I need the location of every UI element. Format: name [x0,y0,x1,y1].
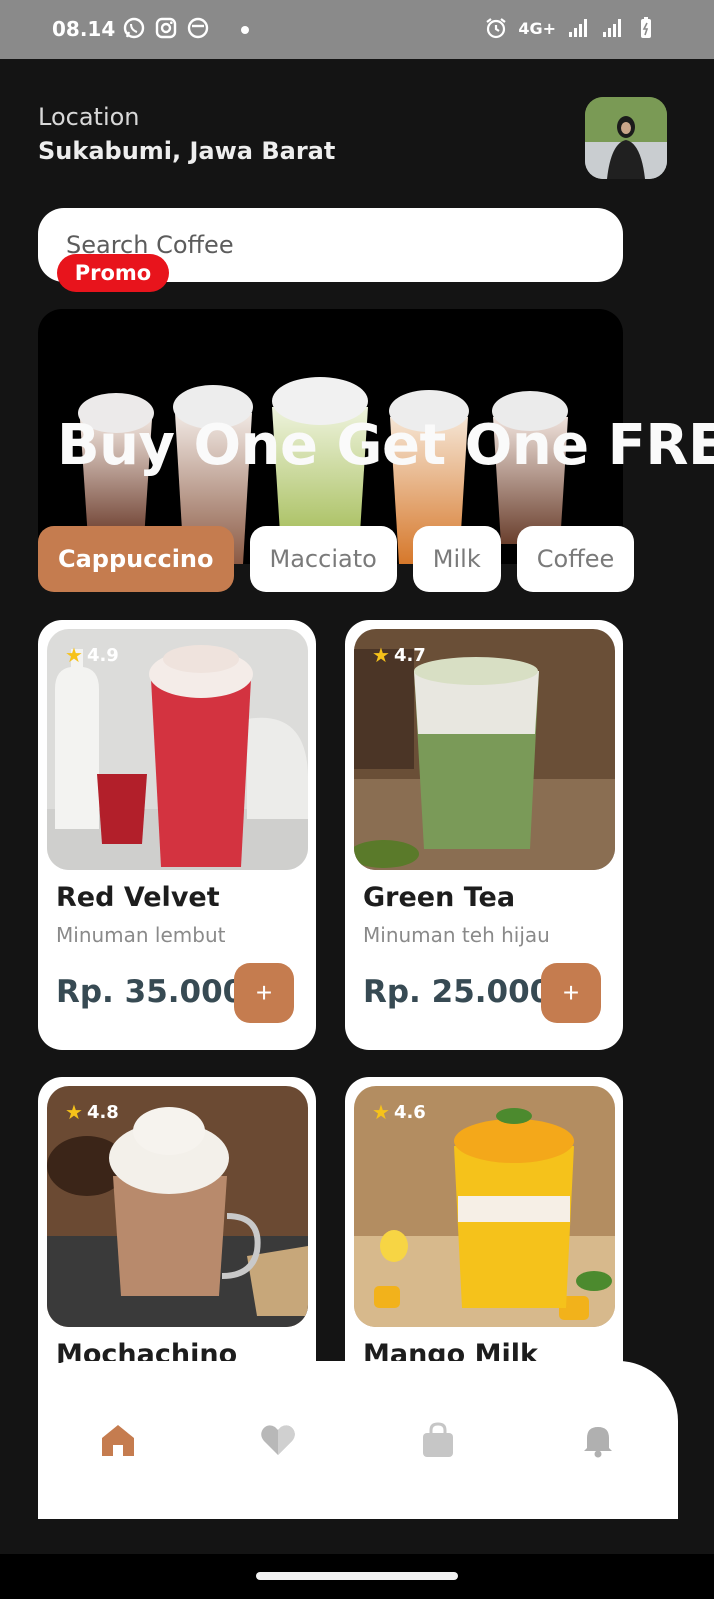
product-name: Green Tea [363,882,516,913]
home-gesture-bar[interactable] [256,1572,458,1580]
app-screen: Location Sukabumi, Jawa Barat Promo [0,59,714,1554]
product-image: ★ 4.8 [47,1086,308,1327]
category-tabs: Cappuccino Macciato Milk Coffee [38,526,635,592]
product-description: Minuman lembut [56,923,226,947]
product-description: Minuman teh hijau [363,923,550,947]
signal-icon [569,19,587,37]
battery-icon [641,17,651,38]
promo-badge: Promo [57,254,169,292]
alarm-icon [486,18,506,39]
bottom-navigation [38,1361,678,1519]
category-cappuccino[interactable]: Cappuccino [38,526,234,592]
add-to-cart-button[interactable]: + [541,963,601,1023]
nav-favorites[interactable] [198,1361,358,1519]
product-card-red-velvet[interactable]: ★ 4.9 Red Velvet Minuman lembut Rp. 35.0… [38,620,316,1050]
product-image: ★ 4.7 [354,629,615,870]
product-card-green-tea[interactable]: ★ 4.7 Green Tea Minuman teh hijau Rp. 25… [345,620,623,1050]
notification-icons [122,16,210,40]
star-icon: ★ [372,1100,390,1124]
star-icon: ★ [65,643,83,667]
product-image: ★ 4.9 [47,629,308,870]
nav-cart[interactable] [358,1361,518,1519]
product-price: Rp. 25.000 [363,974,552,1010]
nav-home[interactable] [38,1361,198,1519]
profile-photo [585,97,667,179]
instagram-icon [155,17,177,39]
home-icon [102,1425,134,1456]
bag-icon [423,1422,453,1457]
star-icon: ★ [372,643,390,667]
star-icon: ★ [65,1100,83,1124]
whatsapp-icon [123,17,145,39]
status-time: 08.14 [52,17,116,41]
rating-value: 4.9 [86,644,119,666]
location-label: Location [38,103,140,131]
category-macciato[interactable]: Macciato [249,526,397,592]
nav-notifications[interactable] [518,1361,678,1519]
rating-value: 4.6 [393,1101,426,1123]
product-price: Rp. 35.000 [56,974,245,1010]
rating: ★ 4.8 [65,1100,119,1124]
app-notification-icon [187,17,209,39]
category-coffee[interactable]: Coffee [516,526,635,592]
more-notifications-dot [241,26,249,34]
category-milk[interactable]: Milk [412,526,501,592]
add-to-cart-button[interactable]: + [234,963,294,1023]
location-value[interactable]: Sukabumi, Jawa Barat [38,137,335,165]
rating-value: 4.7 [393,644,426,666]
product-image: ★ 4.6 [354,1086,615,1327]
heart-icon [261,1425,295,1455]
rating: ★ 4.7 [372,643,426,667]
rating-value: 4.8 [86,1101,119,1123]
rating: ★ 4.6 [372,1100,426,1124]
signal-icon-2 [603,19,621,37]
system-navigation-bar [0,1554,714,1599]
product-name: Red Velvet [56,882,220,913]
promo-title: Buy One Get One FREE [57,413,714,478]
network-type: 4G+ [518,18,556,38]
status-bar: 08.14 4G+ [0,0,714,59]
rating: ★ 4.9 [65,643,119,667]
avatar[interactable] [585,97,667,179]
bell-icon [584,1427,612,1458]
system-icons: 4G+ [484,16,658,40]
